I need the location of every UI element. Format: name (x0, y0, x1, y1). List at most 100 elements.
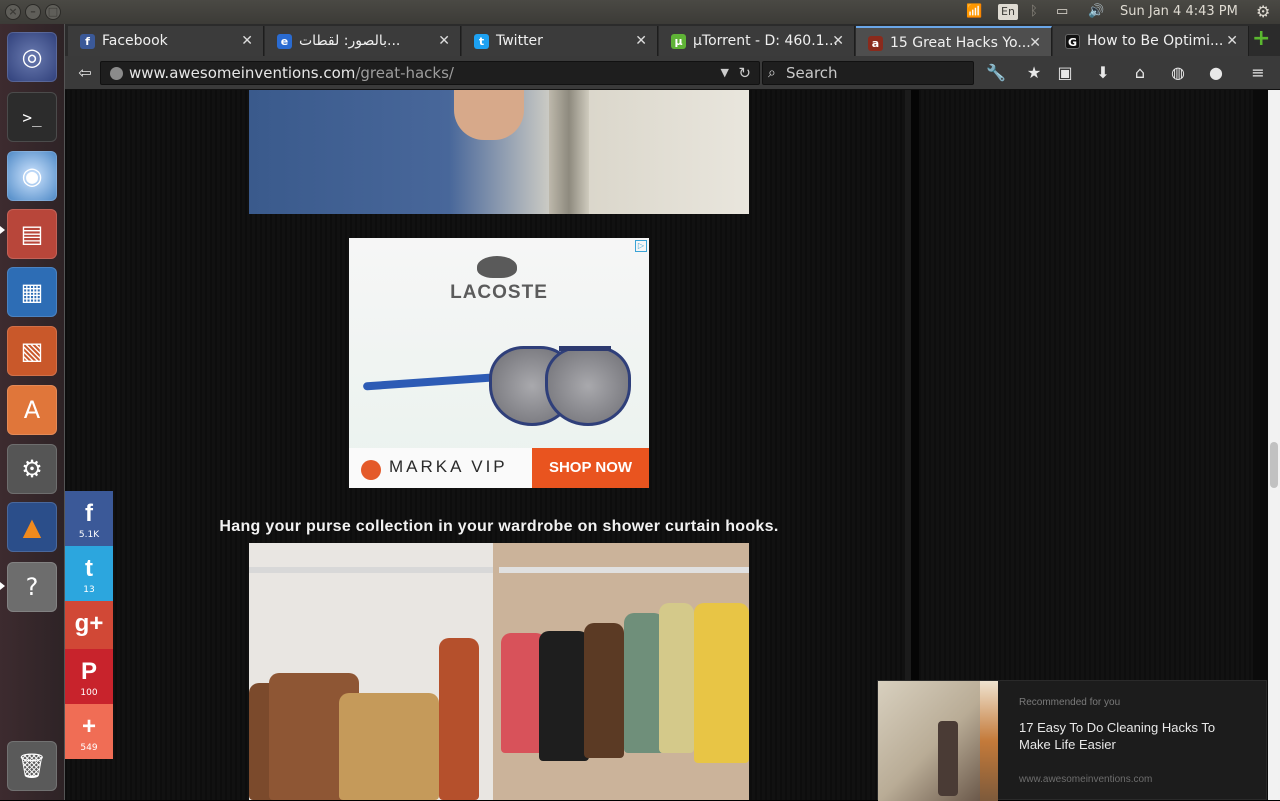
recommended-title[interactable]: 17 Easy To Do Cleaning Hacks To Make Lif… (1019, 719, 1249, 753)
tab-title: µTorrent - D: 460.1... (693, 33, 838, 49)
purse (624, 613, 664, 753)
trash-icon[interactable]: 🗑 (7, 741, 57, 791)
terminal-icon[interactable]: >_ (7, 92, 57, 142)
door-edge-shape (549, 90, 589, 214)
files-icon[interactable]: ▤ (7, 209, 57, 259)
search-placeholder: Search (786, 64, 838, 82)
utorrent-favicon-icon: µ (671, 34, 686, 49)
search-icon: ⌕ (768, 65, 776, 81)
google-plus-icon: g+ (74, 610, 104, 637)
system-top-panel: × – □ 📶 En ᛒ ▭ 🔊 Sun Jan 4 4:43 PM ⚙ (0, 0, 1280, 24)
google-favicon-icon: G (1065, 34, 1080, 49)
marka-vip-logo-icon (361, 460, 381, 480)
purse (339, 693, 439, 800)
tab-great-hacks[interactable]: a 15 Great Hacks Yo... ✕ (856, 26, 1052, 56)
running-indicator (0, 582, 5, 590)
social-share-bar: f 5.1K t 13 g+ P 100 + 549 (65, 491, 113, 759)
hack-photo-door (249, 90, 749, 214)
clock[interactable]: Sun Jan 4 4:43 PM (1120, 0, 1238, 24)
writer-icon[interactable]: ▦ (7, 267, 57, 317)
sunglasses-bridge (559, 346, 611, 351)
system-settings-icon[interactable]: ⚙ (7, 444, 57, 494)
share-count: 549 (80, 743, 98, 753)
more-share-button[interactable]: + 549 (65, 704, 113, 759)
running-indicator (0, 226, 5, 234)
dropdown-arrow-icon[interactable]: ▼ (721, 62, 729, 84)
help-icon[interactable]: ? (7, 562, 57, 612)
tab-title: 15 Great Hacks Yo... (890, 35, 1031, 51)
twitter-share-button[interactable]: t 13 (65, 546, 113, 601)
lacoste-ad[interactable]: ▷ LACOSTE MARKA VIP SHOP NOW (349, 238, 649, 488)
bluetooth-icon[interactable]: ᛒ (1030, 0, 1038, 24)
tab-title: Facebook (102, 33, 168, 49)
new-tab-plus-icon[interactable]: + (1252, 28, 1272, 50)
minimize-icon[interactable]: – (25, 4, 41, 20)
article-favicon-icon: a (868, 36, 883, 51)
recommended-article-card[interactable]: Recommended for you 17 Easy To Do Cleani… (877, 680, 1267, 801)
facebook-share-button[interactable]: f 5.1K (65, 491, 113, 546)
wrench-icon[interactable]: 🔧 (984, 61, 1008, 85)
close-icon[interactable]: ✕ (241, 26, 253, 56)
hack-caption: Hang your purse collection in your wardr… (219, 518, 779, 535)
tab-title: بالصور: لقطات... (299, 33, 401, 49)
impress-icon[interactable]: ▧ (7, 326, 57, 376)
thumbnail-strip (980, 681, 998, 801)
shop-now-button[interactable]: SHOP NOW (532, 448, 649, 488)
vlc-icon[interactable]: ▲ (7, 502, 57, 552)
recommended-thumbnail[interactable] (878, 681, 998, 801)
close-icon[interactable]: ✕ (635, 26, 647, 56)
close-icon[interactable]: ✕ (438, 26, 450, 56)
tab-bar: f Facebook ✕ e بالصور: لقطات... ✕ t Twit… (65, 24, 1280, 56)
home-icon[interactable]: ⌂ (1128, 61, 1152, 85)
url-bar[interactable]: www.awesomeinventions.com/great-hacks/ ▼… (100, 61, 760, 85)
globe-sync-icon[interactable]: ◍ (1166, 61, 1190, 85)
session-gear-icon[interactable]: ⚙ (1256, 0, 1270, 24)
facebook-favicon-icon: f (80, 34, 95, 49)
battery-icon[interactable]: ▭ (1056, 0, 1068, 24)
volume-icon[interactable]: 🔊 (1088, 0, 1104, 24)
clipboard-icon[interactable]: ▣ (1053, 61, 1077, 85)
google-plus-share-button[interactable]: g+ (65, 601, 113, 649)
tab-facebook[interactable]: f Facebook ✕ (68, 26, 264, 56)
recommended-url: www.awesomeinventions.com (1019, 774, 1153, 785)
scrollbar-thumb[interactable] (1270, 442, 1278, 488)
ad-choices-icon[interactable]: ▷ (635, 240, 647, 252)
pinterest-share-button[interactable]: P 100 (65, 649, 113, 704)
hack-photo-purses (249, 543, 749, 800)
back-arrow-icon[interactable]: ⇦ (73, 61, 97, 85)
reload-icon[interactable]: ↻ (738, 62, 751, 84)
pinterest-icon: P (80, 658, 97, 685)
close-icon[interactable]: ✕ (832, 26, 844, 56)
keyboard-layout-indicator[interactable]: En (998, 0, 1018, 24)
url-path: /great-hacks/ (355, 64, 454, 82)
curtain-rod (499, 567, 749, 573)
wifi-icon[interactable]: 📶 (966, 0, 982, 24)
close-icon[interactable]: ✕ (1226, 26, 1238, 56)
tab-twitter[interactable]: t Twitter ✕ (462, 26, 658, 56)
tab-optimistic[interactable]: G How to Be Optimi... ✕ (1053, 26, 1249, 56)
menu-hamburger-icon[interactable]: ≡ (1246, 61, 1270, 85)
tab-arabic-news[interactable]: e بالصور: لقطات... ✕ (265, 26, 461, 56)
close-icon[interactable]: ✕ (1029, 28, 1041, 56)
maximize-icon[interactable]: □ (45, 4, 61, 20)
crocodile-logo-icon (477, 256, 517, 278)
sunglasses-lens-right (545, 346, 631, 426)
share-count: 5.1K (78, 530, 100, 540)
chromium-icon[interactable]: ◉ (7, 151, 57, 201)
search-input[interactable]: ⌕ Search (762, 61, 974, 85)
tab-utorrent[interactable]: µ µTorrent - D: 460.1... ✕ (659, 26, 855, 56)
close-icon[interactable]: × (5, 4, 21, 20)
navigation-bar: ⇦ www.awesomeinventions.com/great-hacks/… (65, 56, 1280, 90)
download-icon[interactable]: ⬇ (1091, 61, 1115, 85)
ad-advertiser: MARKA VIP (389, 457, 508, 476)
chat-icon[interactable]: ● (1204, 61, 1228, 85)
page-scrollbar[interactable] (1268, 90, 1280, 800)
share-count: 13 (83, 585, 95, 595)
ubuntu-dash-icon[interactable]: ◎ (7, 32, 57, 82)
bookmark-star-icon[interactable]: ★ (1022, 61, 1046, 85)
facebook-icon: f (85, 500, 93, 527)
tab-title: Twitter (496, 33, 543, 49)
ad-brand: LACOSTE (450, 282, 548, 303)
purse (539, 631, 589, 761)
software-center-icon[interactable]: A (7, 385, 57, 435)
